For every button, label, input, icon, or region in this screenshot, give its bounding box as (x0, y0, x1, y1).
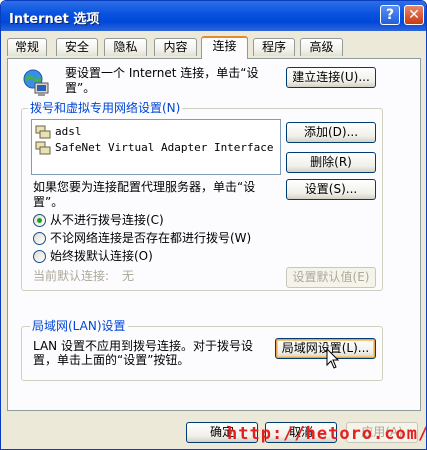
tab-content[interactable]: 内容 (154, 38, 197, 56)
watermark-text: http://hetoro.com/ (227, 424, 427, 444)
network-connection-icon (35, 141, 51, 155)
tab-connections[interactable]: 连接 (201, 36, 248, 59)
current-default-label: 当前默认连接: (33, 269, 110, 283)
close-button[interactable]: ✕ (404, 5, 424, 25)
proxy-text-line2: 置”。 (33, 195, 64, 209)
always-dial-default-radio[interactable] (33, 250, 46, 263)
list-item[interactable]: adsl (35, 124, 82, 140)
always-dial-default-label[interactable]: 始终拨默认连接(O) (50, 249, 153, 264)
connection-name: adsl (55, 125, 82, 138)
add-button[interactable]: 添加(D)... (286, 122, 376, 143)
tab-security[interactable]: 安全 (56, 38, 98, 56)
tab-general[interactable]: 常规 (7, 38, 47, 56)
help-button[interactable]: ? (380, 5, 400, 25)
window-title: Internet 选项 (9, 12, 100, 27)
internet-connection-icon (23, 69, 49, 96)
tab-programs[interactable]: 程序 (253, 38, 295, 56)
internet-options-dialog: Internet 选项 ? ✕ 常规 安全 隐私 内容 连接 程序 高级 要设置… (0, 0, 427, 450)
list-item[interactable]: SafeNet Virtual Adapter Interface (35, 140, 274, 156)
never-dial-label[interactable]: 从不进行拨号连接(C) (50, 213, 164, 228)
settings-button[interactable]: 设置(S)... (286, 179, 376, 200)
lan-text-line1: LAN 设置不应用到拨号连接。对于拨号设 (33, 339, 253, 353)
lan-group-label: 局域网(LAN)设置 (30, 319, 128, 333)
tab-privacy[interactable]: 隐私 (104, 38, 147, 56)
dial-whenever-radio[interactable] (33, 232, 46, 245)
help-icon: ? (385, 7, 395, 23)
never-dial-radio[interactable] (33, 214, 46, 227)
connection-list[interactable]: adsl SafeNet Virtual Adapter Interface (31, 119, 281, 175)
setup-connection-button[interactable]: 建立连接(U)... (286, 67, 376, 88)
set-default-button[interactable]: 设置默认值(E) (286, 267, 376, 288)
dial-whenever-label[interactable]: 不论网络连接是否存在都进行拨号(W) (50, 231, 251, 246)
network-connection-icon (35, 125, 51, 139)
current-default-value: 无 (122, 269, 135, 283)
mouse-cursor-icon (326, 348, 340, 369)
remove-button[interactable]: 删除(R) (286, 152, 376, 173)
close-icon: ✕ (408, 7, 420, 23)
connection-name: SafeNet Virtual Adapter Interface (55, 141, 274, 154)
lan-text-line2: 置，单击上面的“设置”按钮。 (33, 353, 190, 367)
dialup-group-label: 拨号和虚拟专用网络设置(N) (28, 101, 183, 115)
setup-text-line2: 置”。 (65, 81, 96, 95)
title-bar[interactable]: Internet 选项 ? ✕ (1, 1, 426, 31)
proxy-text-line1: 如果您要为连接配置代理服务器，单击“设 (33, 180, 256, 194)
setup-text-line1: 要设置一个 Internet 连接，单击“设 (65, 66, 259, 80)
tab-advanced[interactable]: 高级 (300, 38, 343, 56)
